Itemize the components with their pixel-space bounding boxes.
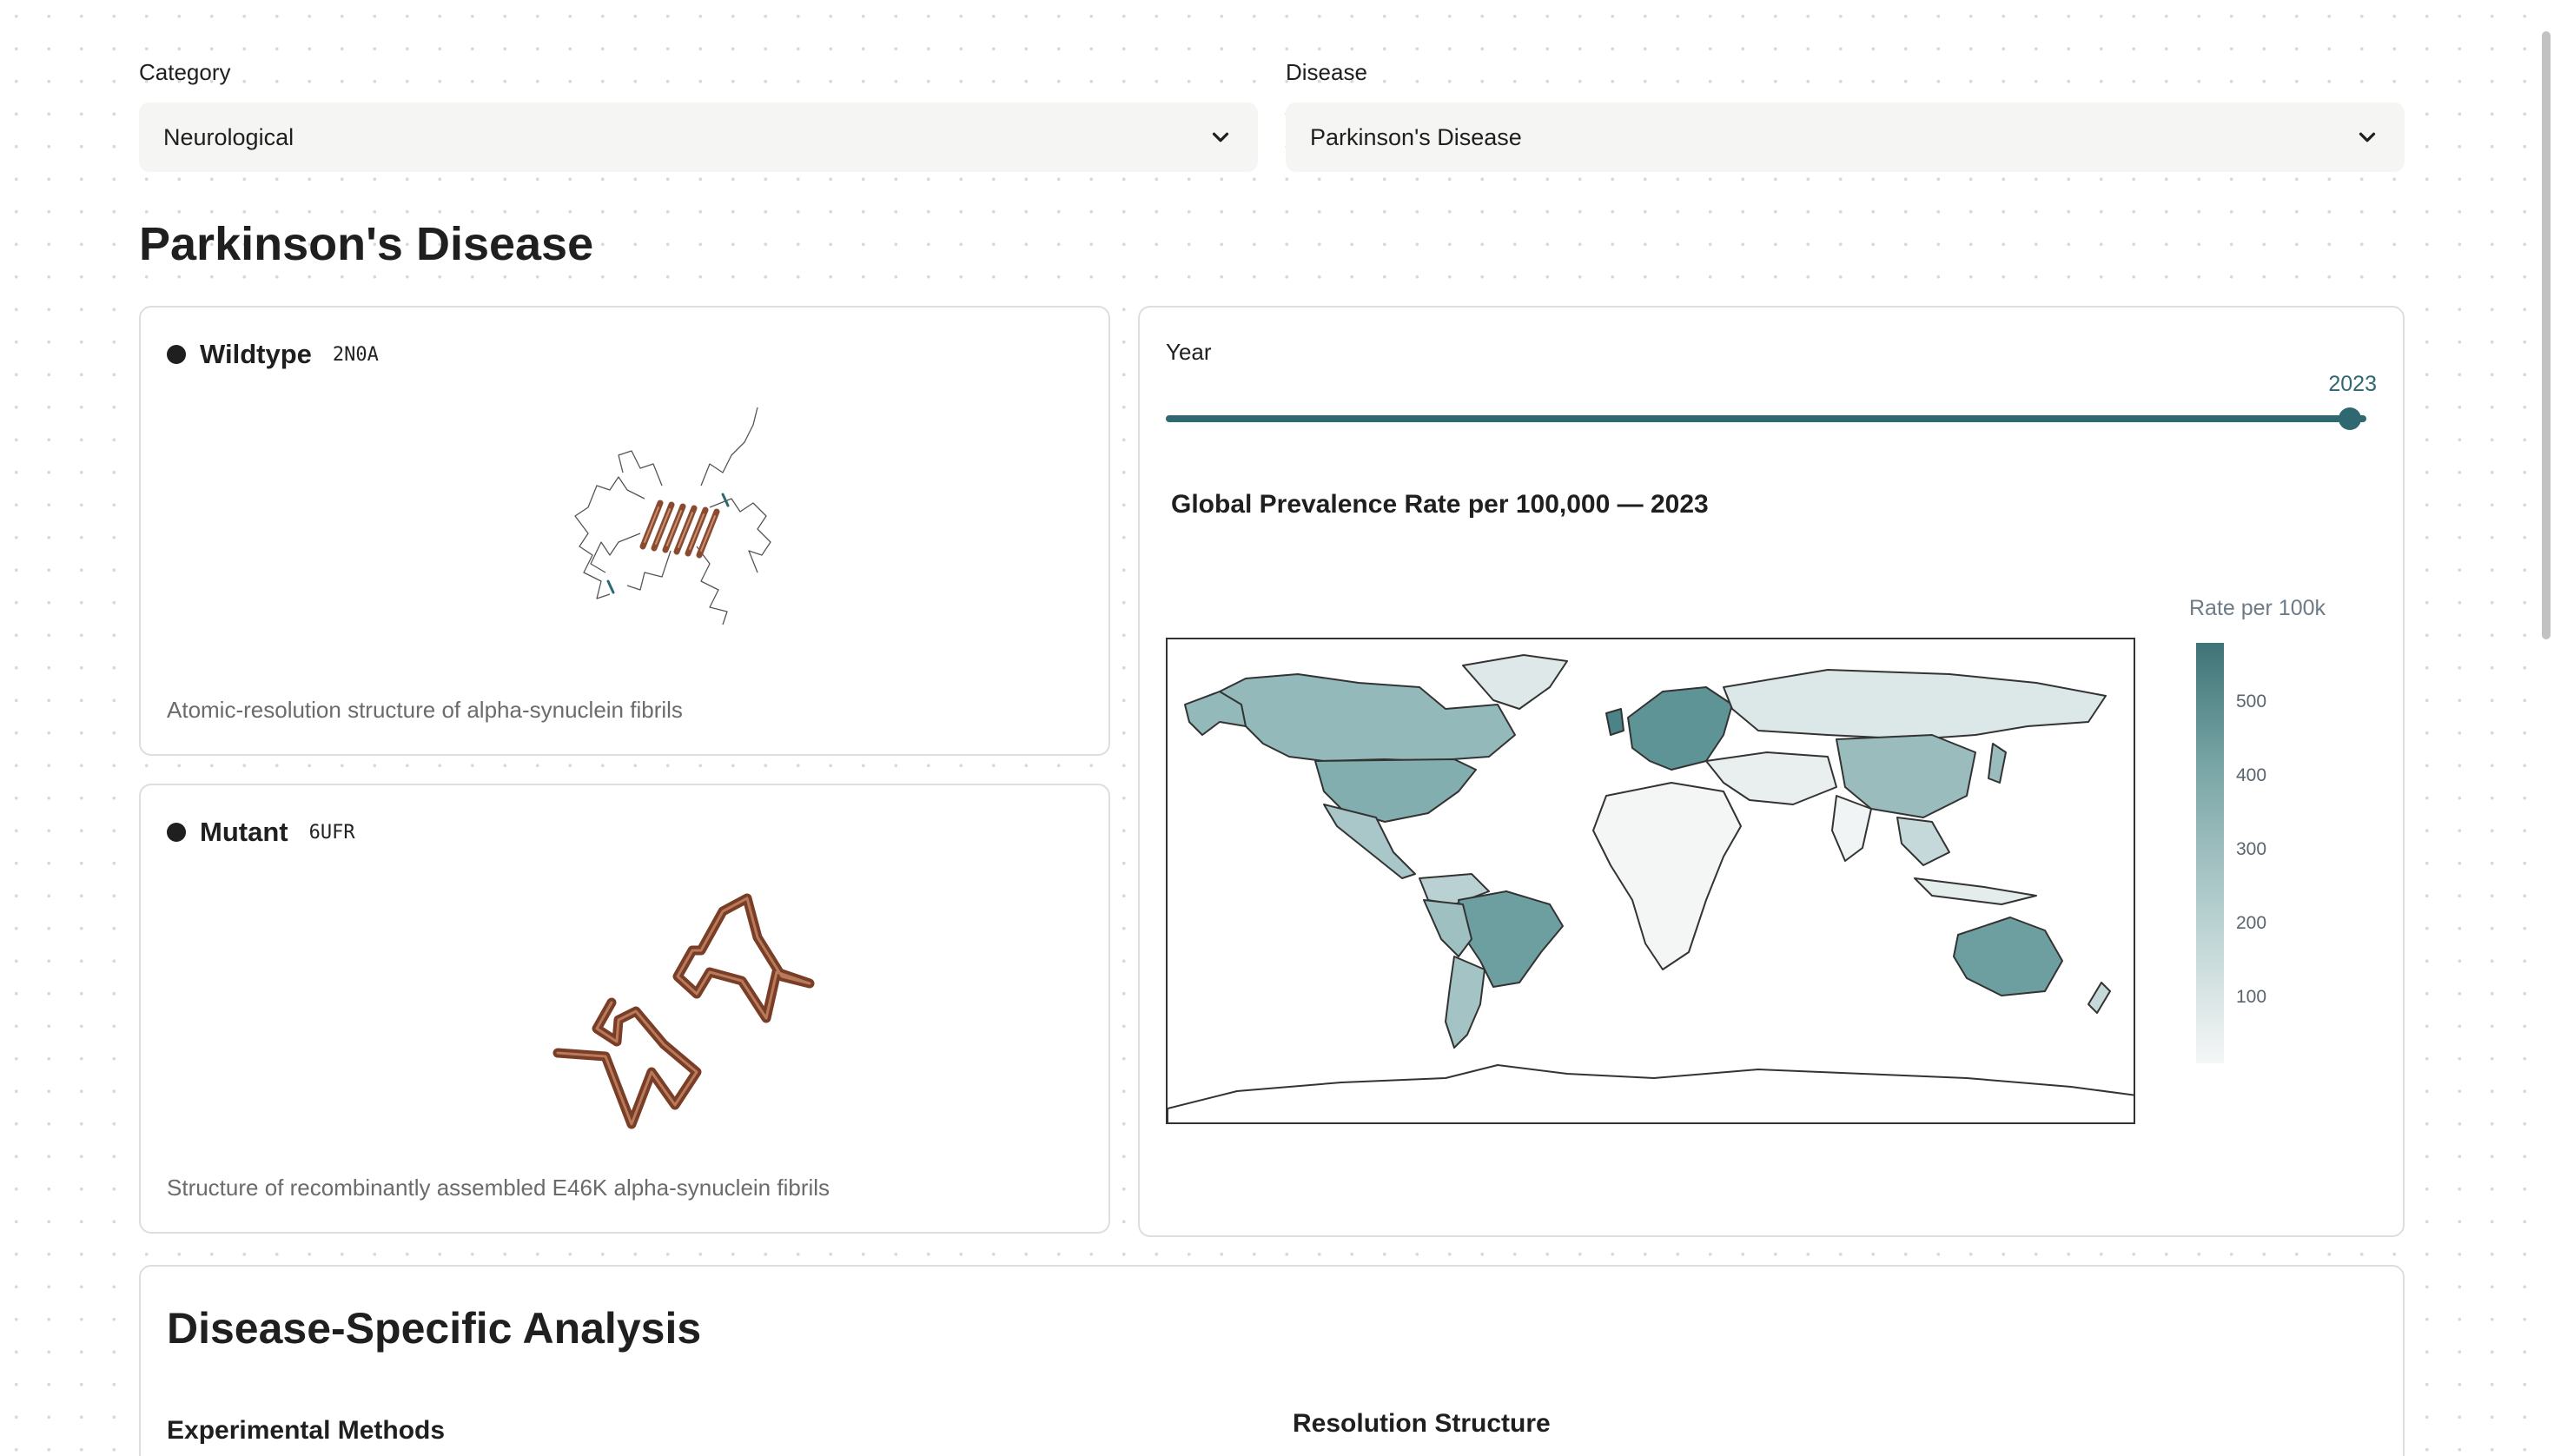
wildtype-name: Wildtype <box>200 339 312 369</box>
disease-select[interactable]: Parkinson's Disease <box>1286 103 2405 172</box>
experimental-methods-heading: Experimental Methods <box>167 1416 446 1445</box>
category-select-value: Neurological <box>163 123 294 150</box>
wildtype-card: Wildtype 2N0A Atomic-resolution structur… <box>139 306 1110 756</box>
analysis-title: Disease-Specific Analysis <box>167 1304 702 1353</box>
disease-label: Disease <box>1286 59 1367 85</box>
choropleth-map[interactable] <box>1168 639 2135 1124</box>
year-label: Year <box>1166 339 1212 365</box>
status-dot <box>167 345 186 364</box>
category-label: Category <box>139 59 231 85</box>
chevron-down-icon <box>2359 132 2376 142</box>
map-title: Global Prevalence Rate per 100,000 — 202… <box>1171 490 1709 519</box>
world-map[interactable] <box>1166 638 2135 1124</box>
colorbar <box>2196 643 2224 1063</box>
legend-title: Rate per 100k <box>2189 596 2326 620</box>
wildtype-pdb-id: 2N0A <box>332 343 379 366</box>
category-select[interactable]: Neurological <box>139 103 1258 172</box>
page-scrollbar[interactable] <box>2537 0 2554 1456</box>
mutant-header: Mutant 6UFR <box>167 817 355 848</box>
page-title: Parkinson's Disease <box>139 218 594 270</box>
wildtype-structure-view[interactable] <box>558 403 784 629</box>
mutant-pdb-id: 6UFR <box>308 821 355 844</box>
legend-tick-300: 300 <box>2236 839 2267 859</box>
mutant-structure-view[interactable] <box>549 890 827 1142</box>
mutant-description: Structure of recombinantly assembled E46… <box>167 1175 830 1201</box>
scrollbar-thumb[interactable] <box>2542 31 2551 639</box>
analysis-card: Disease-Specific Analysis Experimental M… <box>139 1265 2405 1456</box>
mutant-card: Mutant 6UFR Structure of recombinantly a… <box>139 784 1110 1234</box>
year-slider-handle[interactable] <box>2339 407 2361 430</box>
legend-tick-100: 100 <box>2236 987 2267 1007</box>
wildtype-description: Atomic-resolution structure of alpha-syn… <box>167 697 683 723</box>
chevron-down-icon <box>1212 132 1229 142</box>
status-dot <box>167 823 186 842</box>
mutant-name: Mutant <box>200 817 288 847</box>
prevalence-card: Year 2023 Global Prevalence Rate per 100… <box>1138 306 2405 1237</box>
year-slider-track[interactable] <box>1166 415 2366 422</box>
disease-select-value: Parkinson's Disease <box>1310 123 1522 150</box>
resolution-structure-heading: Resolution Structure <box>1293 1409 1551 1438</box>
wildtype-header: Wildtype 2N0A <box>167 339 379 370</box>
legend-tick-500: 500 <box>2236 692 2267 711</box>
year-value: 2023 <box>2328 372 2377 396</box>
legend-tick-200: 200 <box>2236 913 2267 933</box>
legend-tick-400: 400 <box>2236 765 2267 785</box>
